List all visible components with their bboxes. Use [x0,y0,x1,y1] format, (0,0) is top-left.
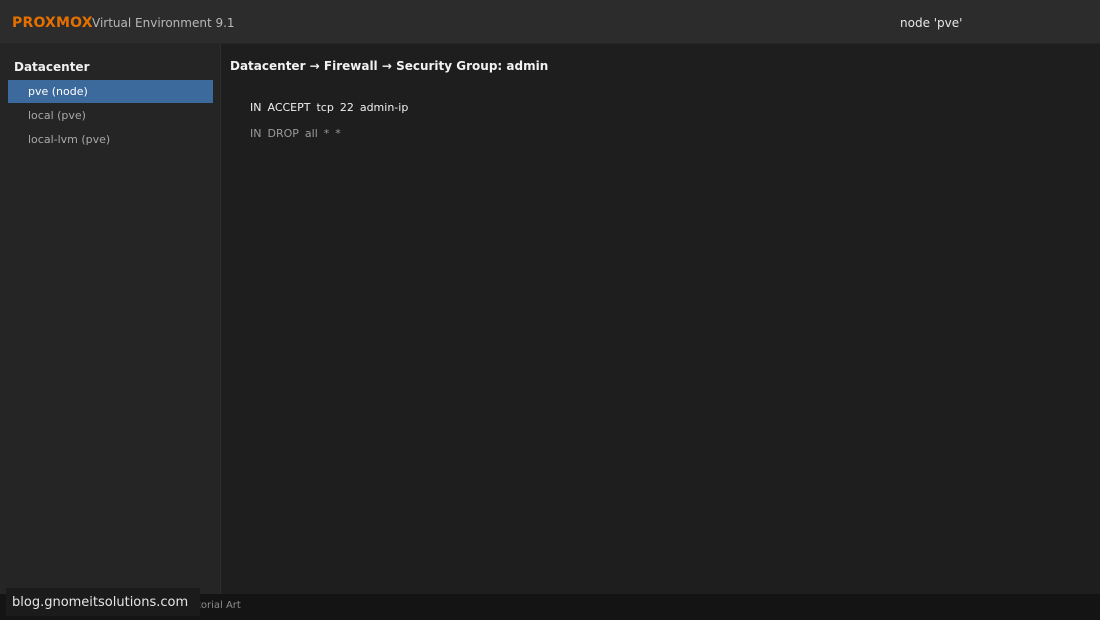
rule-source: * [335,127,341,140]
rule-port: * [323,127,330,140]
rule-port: 22 [339,101,354,114]
breadcrumb: Datacenter → Firewall → Security Group: … [230,59,549,73]
firewall-rule-row[interactable]: IN ACCEPT tcp 22 admin-ip [250,101,414,114]
rule-protocol: all [304,127,318,140]
firewall-rule-row[interactable]: IN DROP all * * [250,127,347,140]
rule-protocol: tcp [316,101,334,114]
content-panel: Datacenter → Firewall → Security Group: … [221,44,1100,594]
watermark: blog.gnomeitsolutions.com [6,588,200,616]
rule-action: ACCEPT [267,101,311,114]
rule-direction: IN [250,127,262,140]
rule-action: DROP [267,127,299,140]
top-bar: PROXMOX Virtual Environment 9.1 node 'pv… [0,0,1100,44]
product-version: Virtual Environment 9.1 [92,16,235,30]
tree-item-local-lvm[interactable]: local-lvm (pve) [8,128,213,151]
tree-item-pve-node[interactable]: pve (node) [8,80,213,103]
watermark-text: blog.gnomeitsolutions.com [12,595,189,610]
tree-item-local[interactable]: local (pve) [8,104,213,127]
proxmox-logo[interactable]: PROXMOX [12,15,93,31]
rule-direction: IN [250,101,262,114]
resource-tree: Datacenter pve (node) local (pve) local-… [0,44,221,594]
rule-source: admin-ip [359,101,409,114]
node-label: node 'pve' [900,16,963,30]
tree-root-datacenter[interactable]: Datacenter [14,60,89,74]
